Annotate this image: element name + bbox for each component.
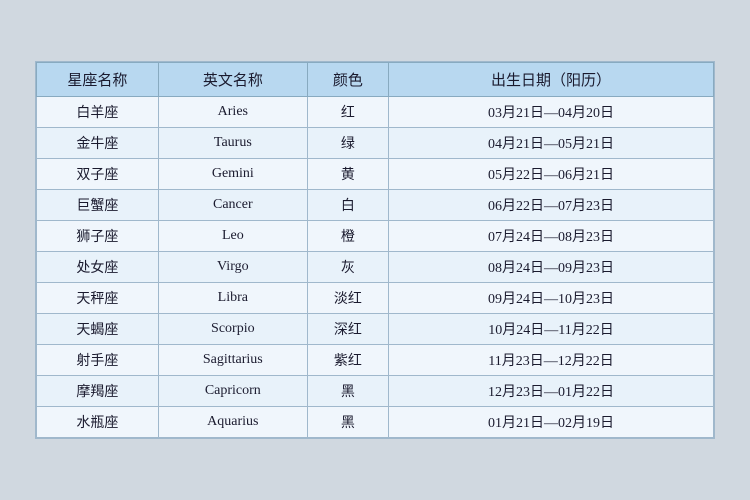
cell-en: Sagittarius [158,345,307,376]
cell-en: Aries [158,97,307,128]
cell-color: 白 [307,190,388,221]
table-row: 摩羯座Capricorn黑12月23日—01月22日 [37,376,714,407]
cell-date: 08月24日—09月23日 [389,252,714,283]
cell-color: 黄 [307,159,388,190]
header-color: 颜色 [307,63,388,97]
cell-color: 淡红 [307,283,388,314]
cell-date: 06月22日—07月23日 [389,190,714,221]
table-row: 射手座Sagittarius紫红11月23日—12月22日 [37,345,714,376]
cell-date: 10月24日—11月22日 [389,314,714,345]
cell-color: 紫红 [307,345,388,376]
table-row: 双子座Gemini黄05月22日—06月21日 [37,159,714,190]
cell-en: Virgo [158,252,307,283]
table-row: 天秤座Libra淡红09月24日—10月23日 [37,283,714,314]
table-header-row: 星座名称 英文名称 颜色 出生日期（阳历） [37,63,714,97]
cell-zh: 水瓶座 [37,407,159,438]
cell-color: 橙 [307,221,388,252]
zodiac-table-container: 星座名称 英文名称 颜色 出生日期（阳历） 白羊座Aries红03月21日—04… [35,61,715,439]
cell-en: Libra [158,283,307,314]
header-zh: 星座名称 [37,63,159,97]
table-row: 白羊座Aries红03月21日—04月20日 [37,97,714,128]
cell-zh: 处女座 [37,252,159,283]
cell-zh: 白羊座 [37,97,159,128]
cell-color: 灰 [307,252,388,283]
cell-en: Capricorn [158,376,307,407]
cell-zh: 金牛座 [37,128,159,159]
cell-date: 05月22日—06月21日 [389,159,714,190]
cell-date: 09月24日—10月23日 [389,283,714,314]
cell-date: 12月23日—01月22日 [389,376,714,407]
table-row: 巨蟹座Cancer白06月22日—07月23日 [37,190,714,221]
table-row: 水瓶座Aquarius黑01月21日—02月19日 [37,407,714,438]
cell-zh: 射手座 [37,345,159,376]
cell-zh: 巨蟹座 [37,190,159,221]
header-date: 出生日期（阳历） [389,63,714,97]
cell-en: Taurus [158,128,307,159]
cell-color: 深红 [307,314,388,345]
cell-date: 01月21日—02月19日 [389,407,714,438]
cell-zh: 双子座 [37,159,159,190]
cell-zh: 摩羯座 [37,376,159,407]
cell-en: Aquarius [158,407,307,438]
table-row: 处女座Virgo灰08月24日—09月23日 [37,252,714,283]
cell-date: 07月24日—08月23日 [389,221,714,252]
table-row: 金牛座Taurus绿04月21日—05月21日 [37,128,714,159]
cell-color: 红 [307,97,388,128]
cell-zh: 狮子座 [37,221,159,252]
table-row: 狮子座Leo橙07月24日—08月23日 [37,221,714,252]
cell-date: 11月23日—12月22日 [389,345,714,376]
cell-date: 03月21日—04月20日 [389,97,714,128]
cell-date: 04月21日—05月21日 [389,128,714,159]
cell-zh: 天秤座 [37,283,159,314]
cell-color: 黑 [307,376,388,407]
cell-en: Gemini [158,159,307,190]
header-en: 英文名称 [158,63,307,97]
cell-zh: 天蝎座 [37,314,159,345]
cell-en: Cancer [158,190,307,221]
cell-color: 绿 [307,128,388,159]
cell-en: Scorpio [158,314,307,345]
cell-en: Leo [158,221,307,252]
table-row: 天蝎座Scorpio深红10月24日—11月22日 [37,314,714,345]
zodiac-table: 星座名称 英文名称 颜色 出生日期（阳历） 白羊座Aries红03月21日—04… [36,62,714,438]
cell-color: 黑 [307,407,388,438]
